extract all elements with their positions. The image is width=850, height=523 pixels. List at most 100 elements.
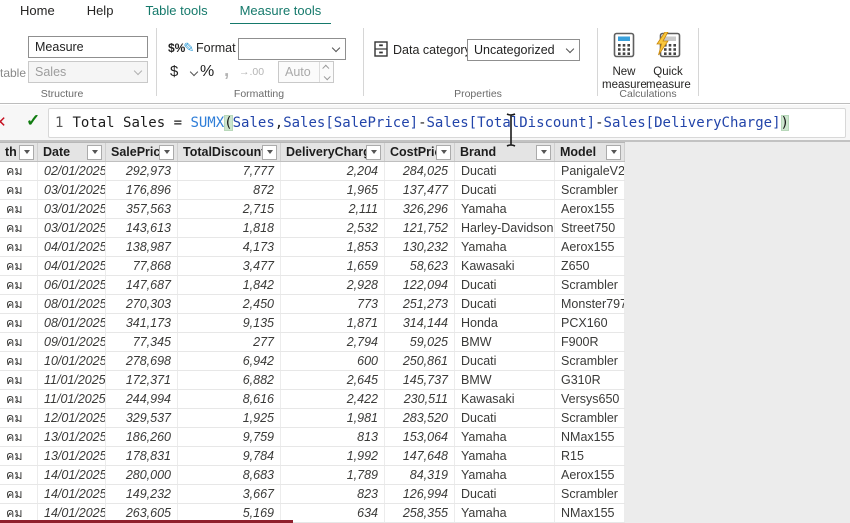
cancel-formula-icon[interactable]: ✕ (0, 113, 7, 131)
table-cell-deliveryCharge[interactable]: 813 (281, 428, 385, 446)
table-cell-model[interactable]: NMax155 (555, 428, 625, 446)
table-cell-totalDiscount[interactable]: 2,715 (178, 200, 281, 218)
table-cell-brand[interactable]: Ducati (455, 181, 555, 199)
column-header-salePrice[interactable]: SalePrice (106, 143, 178, 161)
decimal-places-button[interactable]: →.00 (239, 66, 264, 78)
table-row[interactable]: คม04/01/2025138,9874,1731,853130,232Yama… (0, 238, 625, 257)
table-cell-deliveryCharge[interactable]: 1,992 (281, 447, 385, 465)
table-row[interactable]: คม04/01/202577,8683,4771,65958,623Kawasa… (0, 257, 625, 276)
table-cell-model[interactable]: Scrambler (555, 276, 625, 294)
table-cell-deliveryCharge[interactable]: 2,645 (281, 371, 385, 389)
table-cell-date[interactable]: 13/01/2025 (38, 447, 106, 465)
table-cell-totalDiscount[interactable]: 8,616 (178, 390, 281, 408)
table-cell-month[interactable]: คม (0, 200, 38, 218)
table-cell-month[interactable]: คม (0, 276, 38, 294)
table-row[interactable]: คม11/01/2025172,3716,8822,645145,737BMWG… (0, 371, 625, 390)
table-row[interactable]: คม14/01/2025280,0008,6831,78984,319Yamah… (0, 466, 625, 485)
table-cell-month[interactable]: คม (0, 162, 38, 180)
table-cell-costPrice[interactable]: 230,511 (385, 390, 455, 408)
table-cell-salePrice[interactable]: 280,000 (106, 466, 178, 484)
table-cell-brand[interactable]: Yamaha (455, 428, 555, 446)
table-cell-costPrice[interactable]: 59,025 (385, 333, 455, 351)
table-cell-date[interactable]: 14/01/2025 (38, 466, 106, 484)
table-row[interactable]: คม03/01/2025176,8968721,965137,477Ducati… (0, 181, 625, 200)
table-cell-deliveryCharge[interactable]: 600 (281, 352, 385, 370)
table-cell-model[interactable]: F900R (555, 333, 625, 351)
table-cell-model[interactable]: PCX160 (555, 314, 625, 332)
table-cell-costPrice[interactable]: 283,520 (385, 409, 455, 427)
table-cell-costPrice[interactable]: 58,623 (385, 257, 455, 275)
table-cell-month[interactable]: คม (0, 447, 38, 465)
table-row[interactable]: คม13/01/2025186,2609,759813153,064Yamaha… (0, 428, 625, 447)
table-cell-costPrice[interactable]: 258,355 (385, 504, 455, 522)
table-cell-salePrice[interactable]: 357,563 (106, 200, 178, 218)
table-cell-brand[interactable]: Ducati (455, 352, 555, 370)
table-cell-brand[interactable]: Harley-Davidson (455, 219, 555, 237)
table-cell-month[interactable]: คม (0, 428, 38, 446)
table-cell-brand[interactable]: Yamaha (455, 238, 555, 256)
table-cell-totalDiscount[interactable]: 2,450 (178, 295, 281, 313)
table-cell-date[interactable]: 08/01/2025 (38, 295, 106, 313)
column-filter-button[interactable] (87, 145, 102, 160)
table-cell-costPrice[interactable]: 326,296 (385, 200, 455, 218)
table-cell-totalDiscount[interactable]: 872 (178, 181, 281, 199)
tab-measure-tools[interactable]: Measure tools (230, 0, 332, 26)
column-header-totalDiscount[interactable]: TotalDiscount (178, 143, 281, 161)
column-filter-button[interactable] (19, 145, 34, 160)
table-cell-costPrice[interactable]: 251,273 (385, 295, 455, 313)
column-filter-button[interactable] (536, 145, 551, 160)
table-cell-date[interactable]: 03/01/2025 (38, 200, 106, 218)
table-row[interactable]: คม03/01/2025143,6131,8182,532121,752Harl… (0, 219, 625, 238)
table-cell-date[interactable]: 11/01/2025 (38, 371, 106, 389)
table-cell-date[interactable]: 02/01/2025 (38, 162, 106, 180)
table-cell-deliveryCharge[interactable]: 2,422 (281, 390, 385, 408)
table-cell-deliveryCharge[interactable]: 2,928 (281, 276, 385, 294)
table-cell-month[interactable]: คม (0, 219, 38, 237)
table-cell-brand[interactable]: Yamaha (455, 200, 555, 218)
table-cell-deliveryCharge[interactable]: 1,981 (281, 409, 385, 427)
table-cell-salePrice[interactable]: 172,371 (106, 371, 178, 389)
table-cell-brand[interactable]: Kawasaki (455, 257, 555, 275)
table-cell-deliveryCharge[interactable]: 2,204 (281, 162, 385, 180)
table-cell-brand[interactable]: Ducati (455, 295, 555, 313)
table-cell-brand[interactable]: Yamaha (455, 466, 555, 484)
table-cell-brand[interactable]: Ducati (455, 162, 555, 180)
formula-input[interactable]: 1 Total Sales = SUMX(Sales,Sales[SalePri… (48, 108, 846, 138)
percent-format-button[interactable]: % (200, 63, 214, 81)
table-cell-salePrice[interactable]: 292,973 (106, 162, 178, 180)
table-cell-costPrice[interactable]: 122,094 (385, 276, 455, 294)
table-cell-brand[interactable]: Ducati (455, 485, 555, 503)
column-header-date[interactable]: Date (38, 143, 106, 161)
currency-format-button[interactable]: $ (170, 63, 178, 80)
column-filter-button[interactable] (159, 145, 174, 160)
table-row[interactable]: คม13/01/2025178,8319,7841,992147,648Yama… (0, 447, 625, 466)
table-cell-month[interactable]: คม (0, 181, 38, 199)
table-cell-month[interactable]: คม (0, 390, 38, 408)
table-cell-deliveryCharge[interactable]: 634 (281, 504, 385, 522)
tab-home[interactable]: Home (10, 0, 65, 23)
table-cell-month[interactable]: คม (0, 314, 38, 332)
table-cell-salePrice[interactable]: 278,698 (106, 352, 178, 370)
tab-help[interactable]: Help (77, 0, 124, 23)
table-cell-deliveryCharge[interactable]: 1,965 (281, 181, 385, 199)
table-cell-salePrice[interactable]: 149,232 (106, 485, 178, 503)
table-cell-totalDiscount[interactable]: 9,759 (178, 428, 281, 446)
table-row[interactable]: คม06/01/2025147,6871,8422,928122,094Duca… (0, 276, 625, 295)
table-cell-date[interactable]: 10/01/2025 (38, 352, 106, 370)
table-cell-month[interactable]: คม (0, 238, 38, 256)
table-cell-brand[interactable]: Yamaha (455, 504, 555, 522)
table-row[interactable]: คม11/01/2025244,9948,6162,422230,511Kawa… (0, 390, 625, 409)
table-cell-month[interactable]: คม (0, 371, 38, 389)
spinner-buttons[interactable] (319, 62, 333, 82)
table-cell-date[interactable]: 12/01/2025 (38, 409, 106, 427)
table-cell-model[interactable]: Street750 (555, 219, 625, 237)
table-cell-costPrice[interactable]: 137,477 (385, 181, 455, 199)
table-cell-month[interactable]: คม (0, 257, 38, 275)
table-cell-costPrice[interactable]: 314,144 (385, 314, 455, 332)
column-filter-button[interactable] (606, 145, 621, 160)
table-cell-brand[interactable]: Kawasaki (455, 390, 555, 408)
table-cell-deliveryCharge[interactable]: 773 (281, 295, 385, 313)
table-row[interactable]: คม14/01/2025149,2323,667823126,994Ducati… (0, 485, 625, 504)
table-cell-totalDiscount[interactable]: 7,777 (178, 162, 281, 180)
column-header-month[interactable]: th (0, 143, 38, 161)
